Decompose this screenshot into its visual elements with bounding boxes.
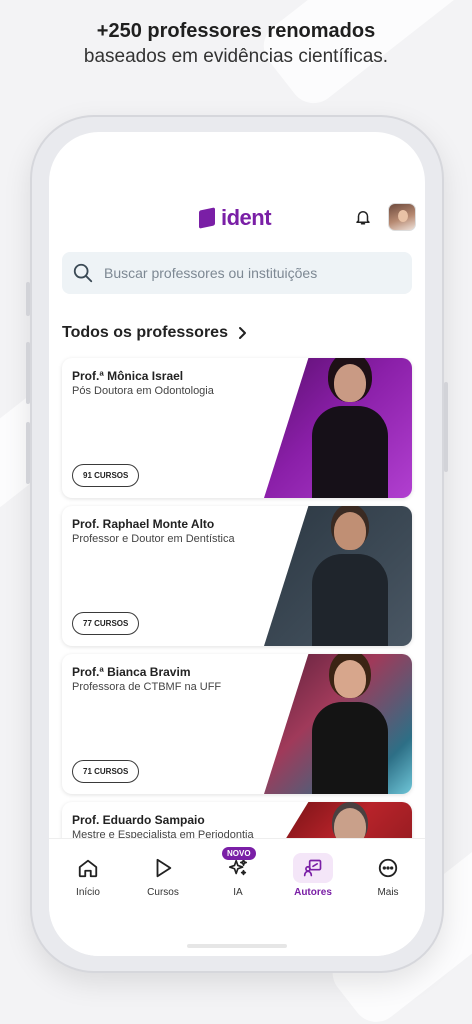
avatar[interactable] <box>388 203 416 231</box>
professor-portrait <box>312 512 388 646</box>
new-badge: NOVO <box>222 847 256 860</box>
brand-name: ident <box>221 205 272 230</box>
promo-headline: +250 professores renomados baseados em e… <box>0 18 472 70</box>
headline-title: +250 professores renomados <box>96 20 376 42</box>
app-screen: ident Todos os professores Prof.ª Môni <box>49 132 425 956</box>
courses-count-badge: 71 CURSOS <box>72 760 140 783</box>
search-bar[interactable] <box>62 252 412 294</box>
tab-autores[interactable]: Autores <box>285 853 341 898</box>
active-tab-indicator <box>293 853 333 883</box>
phone-side-button <box>26 422 30 484</box>
section-title: Todos os professores <box>62 324 228 341</box>
tab-cursos[interactable]: Cursos <box>135 857 191 898</box>
chevron-right-icon <box>238 327 246 339</box>
professor-photo <box>264 358 412 498</box>
professor-title: Professor e Doutor em Dentística <box>72 533 235 545</box>
tab-inicio[interactable]: Início <box>60 857 116 898</box>
bottom-tab-bar: Início Cursos NOVO IA Autores Mais <box>49 838 425 956</box>
more-icon <box>378 858 398 878</box>
professor-card[interactable]: Prof.ª Bianca Bravim Professora de CTBMF… <box>62 654 412 794</box>
brand-logo-mark <box>199 207 215 229</box>
tab-label: IA <box>233 887 243 898</box>
professor-card[interactable]: Prof.ª Mônica Israel Pós Doutora em Odon… <box>62 358 412 498</box>
professor-name: Prof. Eduardo Sampaio <box>72 813 205 827</box>
professor-card[interactable]: Prof. Raphael Monte Alto Professor e Dou… <box>62 506 412 646</box>
bell-icon[interactable] <box>354 207 372 227</box>
professor-portrait <box>312 660 388 794</box>
phone-side-button <box>26 342 30 404</box>
tab-label: Cursos <box>147 887 179 898</box>
courses-count-badge: 91 CURSOS <box>72 464 140 487</box>
play-icon <box>156 858 172 878</box>
professor-title: Pós Doutora em Odontologia <box>72 385 214 397</box>
home-icon <box>78 859 98 878</box>
search-icon <box>73 263 93 283</box>
professor-photo <box>264 654 412 794</box>
section-header-all-professors[interactable]: Todos os professores <box>62 324 248 342</box>
presenter-icon <box>303 859 322 877</box>
sparkles-icon <box>228 858 248 876</box>
headline-subtitle: baseados em evidências científicas. <box>83 46 389 67</box>
professor-name: Prof. Raphael Monte Alto <box>72 517 215 531</box>
app-header: ident <box>49 132 425 242</box>
professor-name: Prof.ª Mônica Israel <box>72 369 184 383</box>
phone-frame: ident Todos os professores Prof.ª Môni <box>26 115 448 973</box>
brand-logo: ident <box>199 205 272 231</box>
phone-side-button <box>26 282 30 316</box>
professor-portrait <box>312 364 388 498</box>
tab-label: Mais <box>377 887 399 898</box>
professor-title: Professora de CTBMF na UFF <box>72 681 222 693</box>
professor-list: Prof.ª Mônica Israel Pós Doutora em Odon… <box>62 358 412 874</box>
professor-name: Prof.ª Bianca Bravim <box>72 665 191 679</box>
home-indicator <box>187 944 287 948</box>
tab-ia[interactable]: NOVO IA <box>210 847 266 898</box>
search-input[interactable] <box>104 265 394 281</box>
phone-side-button <box>444 382 448 472</box>
tab-label: Autores <box>294 887 332 898</box>
professor-photo <box>264 506 412 646</box>
courses-count-badge: 77 CURSOS <box>72 612 140 635</box>
tab-label: Início <box>76 887 100 898</box>
tab-mais[interactable]: Mais <box>360 857 416 898</box>
